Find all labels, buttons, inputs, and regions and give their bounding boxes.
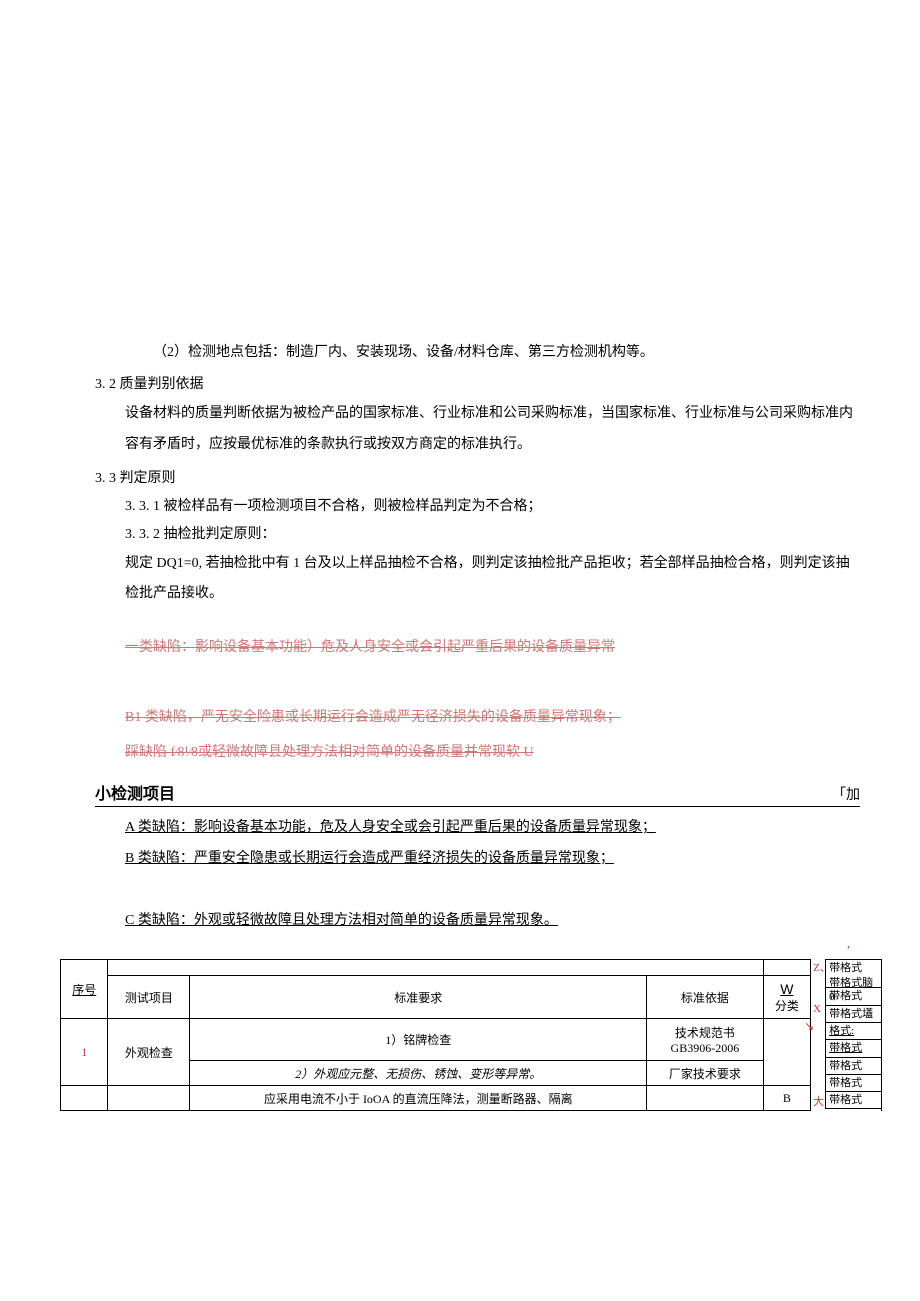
format-comment-column: 带格式 带格式脑 0 带格式 带格式壒 格式: 带格式 带格式 带格式 带格式 bbox=[825, 959, 882, 1111]
cell-req-1: 1）铭牌检查 bbox=[190, 1019, 647, 1061]
format-note: 带格式 bbox=[825, 1040, 881, 1057]
strike-line-1: 一类缺陷：影响设备基本功能）危及人身安全或会引起严重后果的设备质量异常 bbox=[125, 630, 890, 665]
header-seq: 序号 bbox=[61, 960, 108, 1019]
header-basis: 标准依据 bbox=[647, 976, 763, 1019]
cell-item bbox=[108, 1086, 190, 1111]
header-req: 标准要求 bbox=[190, 976, 647, 1019]
cell-item: 外观检查 bbox=[108, 1019, 190, 1086]
cell-seq: 1 bbox=[61, 1019, 108, 1086]
section-tail: 「加 bbox=[832, 784, 860, 804]
inspection-table: 序号 测试项目 标准要求 标准依据 W 分类 1 外观检查 1）铭牌检查 技术规… bbox=[60, 959, 811, 1111]
revision-marker-column: Z、 X 大 bbox=[811, 959, 825, 1111]
text: 设备材料的质量判断依据为被检产品的国家标准、行业标准和公司采购标准，当国家标准、… bbox=[125, 406, 853, 452]
stray-comma: , bbox=[30, 936, 850, 951]
heading-3-2: 3. 2 质量判别依据 bbox=[95, 373, 890, 393]
deleted-text-block: 一类缺陷：影响设备基本功能）危及人身安全或会引起严重后果的设备质量异常 B1 类… bbox=[125, 630, 890, 770]
paragraph-3-3-1: 3. 3. 1 被检样品有一项检测项目不合格，则被检样品判定为不合格； bbox=[125, 493, 890, 521]
section-heading-bar: 小检测项目 「加 bbox=[95, 780, 860, 807]
text: 规定 DQ1=0, 若抽检批中有 1 台及以上样品抽检不合格，则判定该抽检批产品… bbox=[125, 556, 850, 602]
table-row-header: 测试项目 标准要求 标准依据 W 分类 bbox=[61, 976, 811, 1019]
paragraph-2: （2）检测地点包括：制造厂内、安装现场、设备/材料仓库、第三方检测机构等。 bbox=[125, 339, 890, 367]
table-row: 1 外观检查 1）铭牌检查 技术规范书 GB3906-2006 bbox=[61, 1019, 811, 1061]
header-cls: W 分类 bbox=[763, 976, 811, 1019]
defect-definitions: A 类缺陷：影响设备基本功能，危及人身安全或会引起严重后果的设备质量异常现象； … bbox=[125, 813, 860, 936]
cell-cls-2: B bbox=[763, 1086, 811, 1111]
defect-a: A 类缺陷：影响设备基本功能，危及人身安全或会引起严重后果的设备质量异常现象； bbox=[125, 813, 860, 844]
table-row-blank-top: 序号 bbox=[61, 960, 811, 976]
paragraph-3-2: 设备材料的质量判断依据为被检产品的国家标准、行业标准和公司采购标准，当国家标准、… bbox=[125, 399, 860, 461]
table-row: 应采用电流不小于 IoOA 的直流压降法，测量断路器、隔离 B bbox=[61, 1086, 811, 1111]
text-line: （2）检测地点包括：制造厂内、安装现场、设备/材料仓库、第三方检测机构等。 bbox=[125, 339, 890, 367]
defect-c: C 类缺陷：外观或轻微故障且处理方法相对简单的设备质量异常现象。 bbox=[125, 906, 860, 937]
paragraph-3-3-3: 规定 DQ1=0, 若抽检批中有 1 台及以上样品抽检不合格，则判定该抽检批产品… bbox=[125, 549, 860, 611]
cell-basis-3 bbox=[647, 1086, 763, 1111]
section-title: 小检测项目 bbox=[95, 780, 175, 804]
defect-b: B 类缺陷：严重安全隐患或长期运行会造成严重经济损失的设备质量异常现象； bbox=[125, 844, 860, 875]
format-note: 格式: bbox=[825, 1023, 881, 1040]
cell-basis-2: 厂家技术要求 bbox=[647, 1061, 763, 1086]
cell-basis-1: 技术规范书 GB3906-2006 bbox=[647, 1019, 763, 1061]
heading-3-3: 3. 3 判定原则 bbox=[95, 467, 890, 487]
paragraph-3-3-2: 3. 3. 2 抽检批判定原则： bbox=[125, 521, 890, 549]
document-page: （2）检测地点包括：制造厂内、安装现场、设备/材料仓库、第三方检测机构等。 3.… bbox=[0, 0, 920, 1131]
cell-req-2: 2）外观应元整、无损伤、锈蚀、变形等异常。 bbox=[190, 1061, 647, 1086]
strike-line-3: 踩缺陷 f⁄8¹⁄8或轻微故障县处理方法相对简单的设备质量并常现软 U bbox=[125, 735, 890, 770]
table-wrapper: 序号 测试项目 标准要求 标准依据 W 分类 1 外观检查 1）铭牌检查 技术规… bbox=[60, 959, 882, 1111]
header-item: 测试项目 bbox=[108, 976, 190, 1019]
format-note: 带格式壒 bbox=[825, 1006, 881, 1023]
format-note: 带格式 带格式脑 0 bbox=[825, 960, 881, 988]
header-w: W bbox=[768, 981, 807, 997]
format-note: 带格式 bbox=[825, 1058, 881, 1075]
format-note: 带格式 bbox=[825, 988, 881, 1005]
cell-seq bbox=[61, 1086, 108, 1111]
strike-line-2: B1 类缺陷，严无安全险患或长期运行会造成严无径济损失的设备质量异常现象； bbox=[125, 700, 890, 735]
marker-dai: 大 bbox=[811, 1093, 825, 1111]
cell-req-3: 应采用电流不小于 IoOA 的直流压降法，测量断路器、隔离 bbox=[190, 1086, 647, 1111]
cell-cls-1 bbox=[763, 1019, 811, 1086]
marker-z: Z、 bbox=[811, 959, 825, 973]
format-note: 带格式 bbox=[825, 1075, 881, 1092]
format-note: 带格式 bbox=[825, 1092, 881, 1109]
